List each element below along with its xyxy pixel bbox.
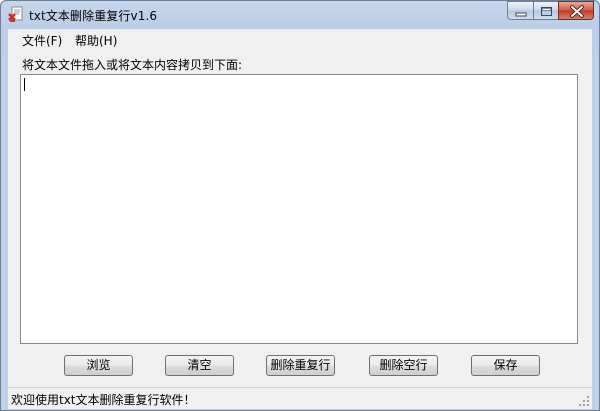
app-icon [8, 6, 23, 22]
minimize-icon [515, 12, 527, 17]
text-input-area[interactable] [20, 74, 578, 344]
maximize-icon [541, 7, 552, 16]
resize-grip-icon[interactable] [579, 396, 590, 407]
close-button[interactable] [558, 1, 594, 20]
save-button[interactable]: 保存 [471, 355, 540, 376]
maximize-button[interactable] [533, 1, 558, 20]
remove-duplicates-button[interactable]: 删除重复行 [266, 355, 335, 376]
app-window: txt文本删除重复行v1.6 文件(F) 帮助(H) 将文本文件拖入或将文本内容… [0, 0, 600, 411]
client-area: 文件(F) 帮助(H) 将文本文件拖入或将文本内容拷贝到下面: 浏览 清空 删除… [8, 29, 592, 387]
close-icon [570, 5, 584, 18]
text-caret [24, 78, 25, 91]
menu-help[interactable]: 帮助(H) [75, 32, 117, 49]
status-message: 欢迎使用txt文本删除重复行软件！ [11, 393, 196, 407]
browse-button[interactable]: 浏览 [64, 355, 133, 376]
menu-bar: 文件(F) 帮助(H) [8, 29, 592, 49]
title-bar[interactable]: txt文本删除重复行v1.6 [1, 1, 599, 29]
minimize-button[interactable] [507, 1, 533, 20]
status-bar: 欢迎使用txt文本删除重复行软件！ [8, 387, 592, 409]
menu-file[interactable]: 文件(F) [22, 32, 62, 49]
window-title: txt文本删除重复行v1.6 [29, 9, 158, 23]
drop-instruction-label: 将文本文件拖入或将文本内容拷贝到下面: [22, 58, 243, 72]
clear-button[interactable]: 清空 [165, 355, 234, 376]
remove-blank-lines-button[interactable]: 删除空行 [369, 355, 438, 376]
